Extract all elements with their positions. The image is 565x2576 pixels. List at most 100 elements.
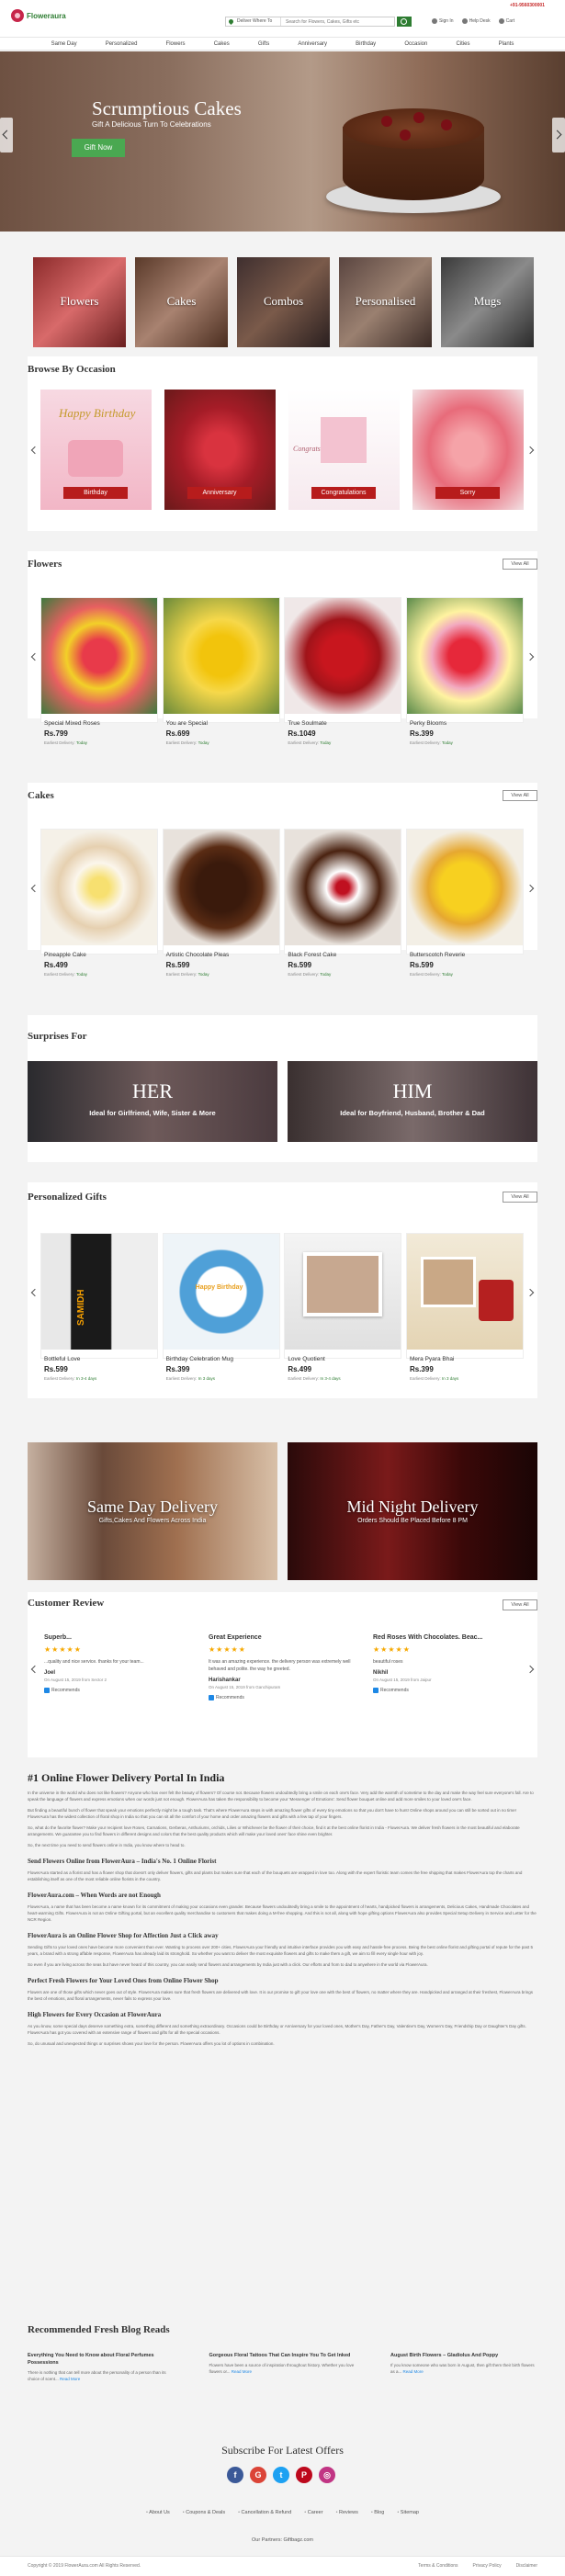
footer-link-cancellation[interactable]: Cancellation & Refund xyxy=(238,2510,292,2515)
disclaimer-link[interactable]: Disclaimer xyxy=(516,2563,537,2569)
occasion-anniversary[interactable]: Anniversary xyxy=(164,390,276,510)
nav-item-cakes[interactable]: Cakes xyxy=(214,41,230,47)
review-carousel: Superb... ★★★★★ ...quality and nice servic… xyxy=(44,1634,522,1735)
blog-card[interactable]: Everything You Need to Know about Floral… xyxy=(28,2352,175,2382)
nav-item-occasion[interactable]: Occasion xyxy=(404,41,427,47)
product-image xyxy=(406,830,523,945)
carousel-prev-icon[interactable] xyxy=(29,1282,39,1304)
blog-card[interactable]: Gorgeous Floral Tattoos That Can Inspire… xyxy=(209,2352,356,2382)
carousel-next-icon[interactable] xyxy=(526,1658,536,1680)
footer-link-sitemap[interactable]: Sitemap xyxy=(397,2510,419,2515)
view-all-button[interactable]: View All xyxy=(503,790,537,801)
banner-prev-arrow[interactable] xyxy=(0,118,13,153)
pinterest-icon[interactable]: P xyxy=(296,2467,312,2483)
phone-number[interactable]: +91-9560300001 xyxy=(510,3,545,8)
read-more-link[interactable]: Read More xyxy=(232,2369,252,2374)
search-button[interactable] xyxy=(397,17,412,27)
location-selector[interactable]: Deliver Where To xyxy=(226,17,281,26)
header-actions: Sign In Help Desk Cart xyxy=(432,16,560,27)
category-flowers[interactable]: Flowers xyxy=(33,257,126,347)
google-plus-icon[interactable]: G xyxy=(250,2467,266,2483)
product-image: SAMIDH xyxy=(41,1234,157,1350)
same-day-delivery-banner[interactable]: Same Day Delivery Gifts,Cakes And Flowers… xyxy=(28,1442,277,1580)
carousel-prev-icon[interactable] xyxy=(29,877,39,899)
surprise-her-banner[interactable]: HER Ideal for Girlfriend, Wife, Sister & … xyxy=(28,1061,277,1142)
occasion-sorry[interactable]: Sorry xyxy=(412,390,524,510)
carousel-next-icon[interactable] xyxy=(526,439,536,461)
product-card[interactable]: Perky Blooms Rs.399 Earliest Delivery: Tod… xyxy=(405,597,524,745)
privacy-link[interactable]: Privacy Policy xyxy=(473,2563,502,2569)
carousel-next-icon[interactable] xyxy=(526,646,536,668)
nav-item-cities[interactable]: Cities xyxy=(456,41,469,47)
help-desk-link[interactable]: Help Desk xyxy=(461,16,491,27)
product-card[interactable]: Pineapple Cake Rs.499 Earliest Delivery: T… xyxy=(40,829,158,977)
product-image xyxy=(41,598,157,714)
category-personalised[interactable]: Personalised xyxy=(339,257,432,347)
banner-next-arrow[interactable] xyxy=(552,118,565,153)
view-all-button[interactable]: View All xyxy=(503,559,537,570)
cart-link[interactable]: Cart xyxy=(498,16,514,27)
midnight-delivery-banner[interactable]: Mid Night Delivery Orders Should Be Place… xyxy=(288,1442,537,1580)
product-card[interactable]: True Soulmate Rs.1049 Earliest Delivery: T… xyxy=(284,597,402,745)
nav-item-personalized[interactable]: Personalized xyxy=(106,41,138,47)
nav-item-same-day[interactable]: Same Day xyxy=(51,41,77,47)
banner-title: Scrumptious Cakes xyxy=(92,97,242,119)
thumbs-up-icon xyxy=(373,1688,379,1693)
product-card[interactable]: Happy Birthday Birthday Celebration Mug Rs… xyxy=(162,1233,280,1381)
thumbs-up-icon xyxy=(44,1688,50,1693)
occasion-birthday[interactable]: Happy Birthday Birthday xyxy=(40,390,152,510)
nav-item-flowers[interactable]: Flowers xyxy=(166,41,186,47)
product-card[interactable]: Artistic Chocolate Pleas Rs.599 Earliest D… xyxy=(162,829,280,977)
view-all-button[interactable]: View All xyxy=(503,1599,537,1610)
nav-item-gifts[interactable]: Gifts xyxy=(258,41,269,47)
terms-link[interactable]: Terms & Conditions xyxy=(418,2563,458,2569)
carousel-prev-icon[interactable] xyxy=(29,1658,39,1680)
view-all-button[interactable]: View All xyxy=(503,1192,537,1203)
product-card[interactable]: You are Special Rs.699 Earliest Delivery: … xyxy=(162,597,280,745)
blog-card[interactable]: August Birth Flowers – Gladiolus And Pop… xyxy=(390,2352,537,2382)
product-image xyxy=(406,1234,523,1350)
sign-in-link[interactable]: Sign In xyxy=(432,16,454,27)
footer-link-reviews[interactable]: Reviews xyxy=(336,2510,358,2515)
twitter-icon[interactable]: t xyxy=(273,2467,289,2483)
product-card[interactable]: Mera Pyara Bhai Rs.399 Earliest Delivery: … xyxy=(405,1233,524,1381)
category-mugs[interactable]: Mugs xyxy=(441,257,534,347)
gift-now-button[interactable]: Gift Now xyxy=(72,139,125,157)
partner-text[interactable]: Our Partners: Giftbagz.com xyxy=(0,2537,565,2543)
product-card[interactable]: Black Forest Cake Rs.599 Earliest Delivery… xyxy=(284,829,402,977)
hero-banner[interactable]: Scrumptious Cakes Gift A Delicious Turn … xyxy=(0,51,565,232)
nav-item-birthday[interactable]: Birthday xyxy=(356,41,376,47)
search-input[interactable] xyxy=(283,17,375,26)
product-image xyxy=(406,598,523,714)
product-card[interactable]: Special Mixed Roses Rs.799 Earliest Delive… xyxy=(40,597,158,745)
copyright: Copyright © 2019 FlowerAura.com All Righ… xyxy=(28,2563,141,2569)
nav-item-plants[interactable]: Plants xyxy=(499,41,514,47)
surprise-him-banner[interactable]: HIM Ideal for Boyfriend, Husband, Brother… xyxy=(288,1061,537,1142)
help-icon xyxy=(461,18,468,24)
read-more-link[interactable]: Read More xyxy=(403,2369,424,2374)
carousel-next-icon[interactable] xyxy=(526,1282,536,1304)
star-rating: ★★★★★ xyxy=(44,1645,82,1654)
facebook-icon[interactable]: f xyxy=(227,2467,243,2483)
carousel-prev-icon[interactable] xyxy=(29,439,39,461)
footer-link-about[interactable]: About Us xyxy=(146,2510,170,2515)
occasion-congratulations[interactable]: Congrats Congratulations xyxy=(288,390,400,510)
read-more-link[interactable]: Read More xyxy=(60,2377,80,2381)
carousel-prev-icon[interactable] xyxy=(29,646,39,668)
product-card[interactable]: SAMIDH Bottleful Love Rs.599 Earliest Deliv… xyxy=(40,1233,158,1381)
instagram-icon[interactable]: ◎ xyxy=(319,2467,335,2483)
brand-logo[interactable]: Floweraura xyxy=(11,6,66,27)
review-card: Red Roses With Chocolates. Beac... ★★★★★ b… xyxy=(373,1634,522,1735)
footer-link-career[interactable]: Career xyxy=(304,2510,323,2515)
category-cakes[interactable]: Cakes xyxy=(135,257,228,347)
section-title: Personalized Gifts xyxy=(28,1192,107,1203)
personalized-carousel: SAMIDH Bottleful Love Rs.599 Earliest Deliv… xyxy=(40,1233,524,1381)
footer-link-blog[interactable]: Blog xyxy=(371,2510,384,2515)
footer-link-coupons[interactable]: Coupons & Deals xyxy=(183,2510,225,2515)
carousel-next-icon[interactable] xyxy=(526,877,536,899)
product-card[interactable]: Love Quotient Rs.499 Earliest Delivery: In… xyxy=(284,1233,402,1381)
nav-item-anniversary[interactable]: Anniversary xyxy=(298,41,327,47)
product-card[interactable]: Butterscotch Reverie Rs.599 Earliest Deliv… xyxy=(405,829,524,977)
seo-content: #1 Online Flower Delivery Portal In Indi… xyxy=(28,1771,537,2046)
category-combos[interactable]: Combos xyxy=(237,257,330,347)
